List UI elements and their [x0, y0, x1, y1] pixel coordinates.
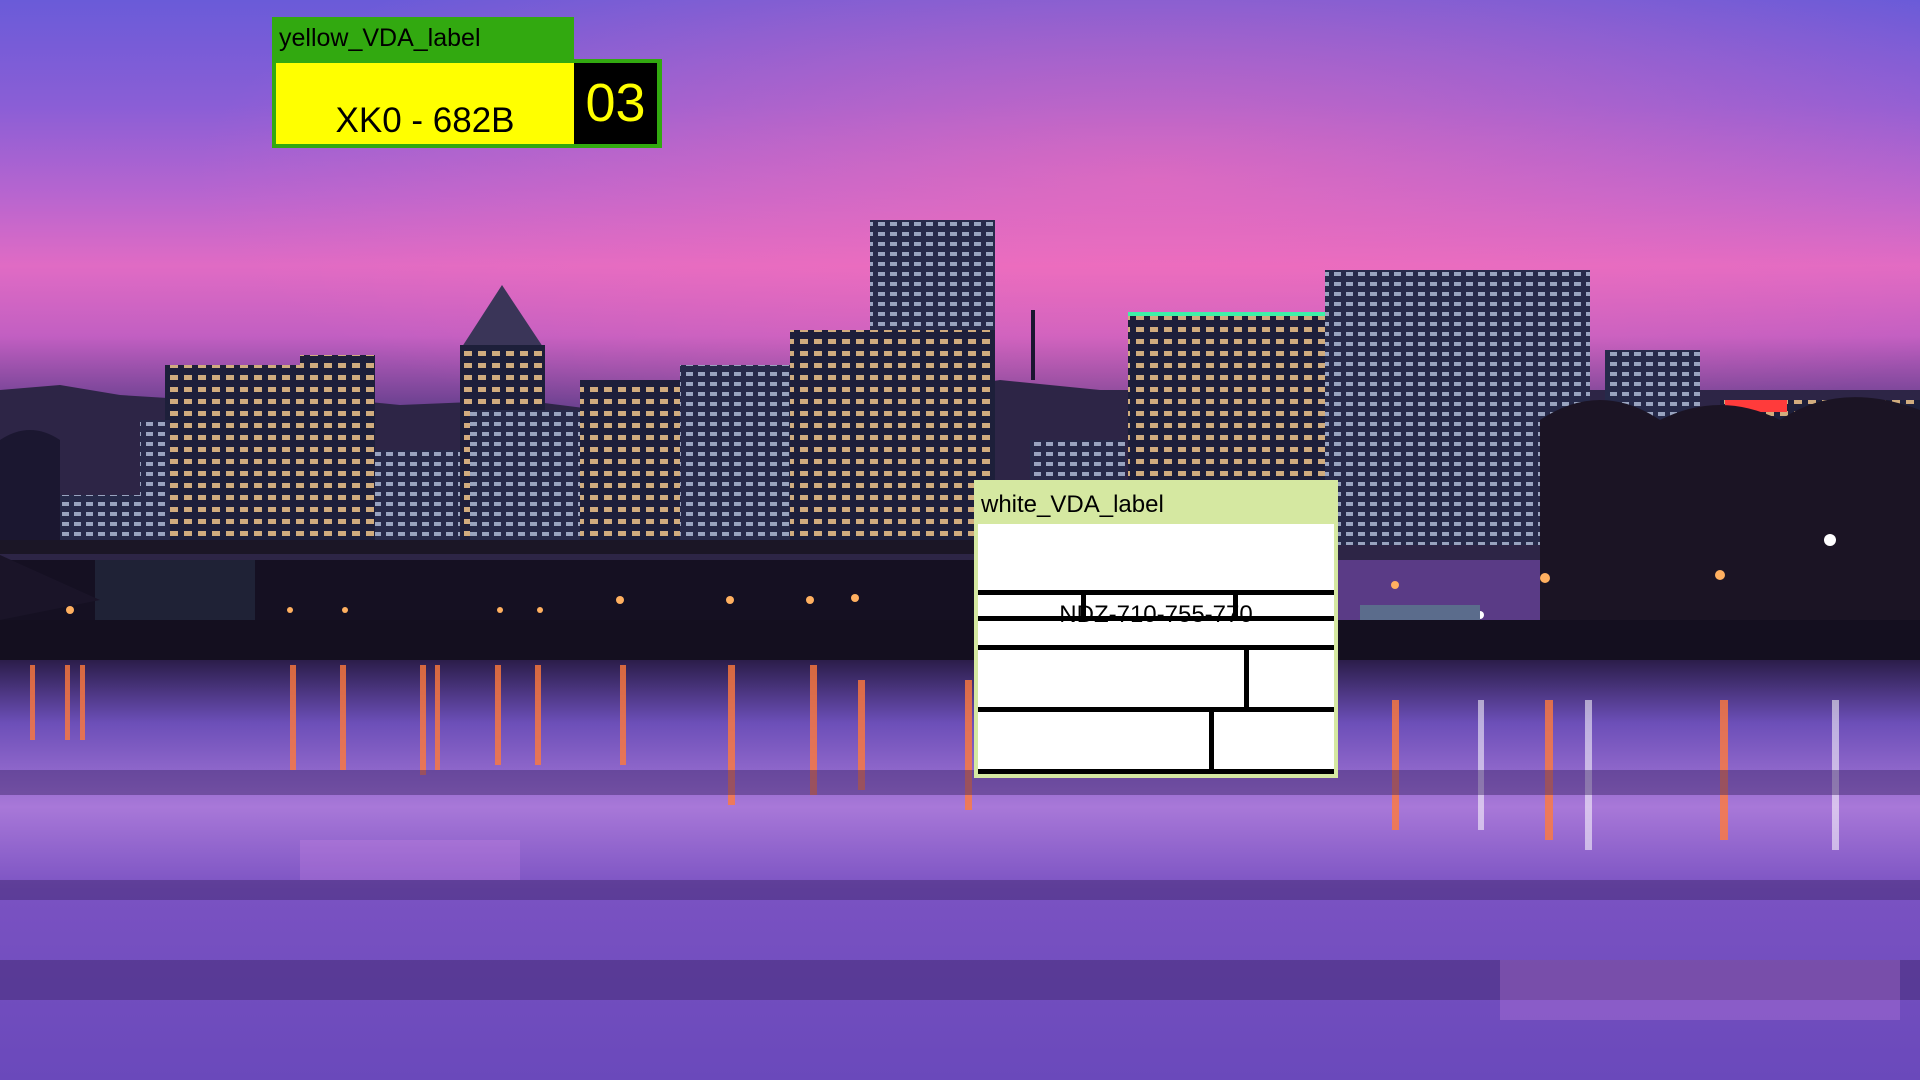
yellow-vda-label-title: yellow_VDA_label	[272, 17, 574, 59]
label-divider	[1244, 645, 1249, 708]
label-divider	[978, 590, 1334, 595]
label-number-box: 03	[574, 63, 657, 144]
yellow-vda-label[interactable]: yellow_VDA_label XK0 - 682B 03	[272, 17, 662, 148]
label-divider	[978, 645, 1334, 650]
part-code-text: NDZ-710-755-770	[1059, 601, 1253, 628]
label-divider	[978, 707, 1334, 712]
yellow-vda-label-body: XK0 - 682B 03	[272, 59, 662, 148]
background-photo	[0, 0, 1920, 1080]
plate-number-text: XK0 - 682B	[335, 101, 515, 140]
plate-box: XK0 - 682B	[276, 63, 574, 144]
white-vda-label[interactable]: white_VDA_label NDZ-710-755-770	[974, 480, 1338, 778]
city-skyline-photo	[0, 0, 1920, 1080]
label-divider	[978, 769, 1334, 774]
white-vda-label-body: NDZ-710-755-770	[978, 524, 1334, 774]
label-divider	[1209, 707, 1214, 770]
white-vda-label-title: white_VDA_label	[981, 491, 1164, 518]
